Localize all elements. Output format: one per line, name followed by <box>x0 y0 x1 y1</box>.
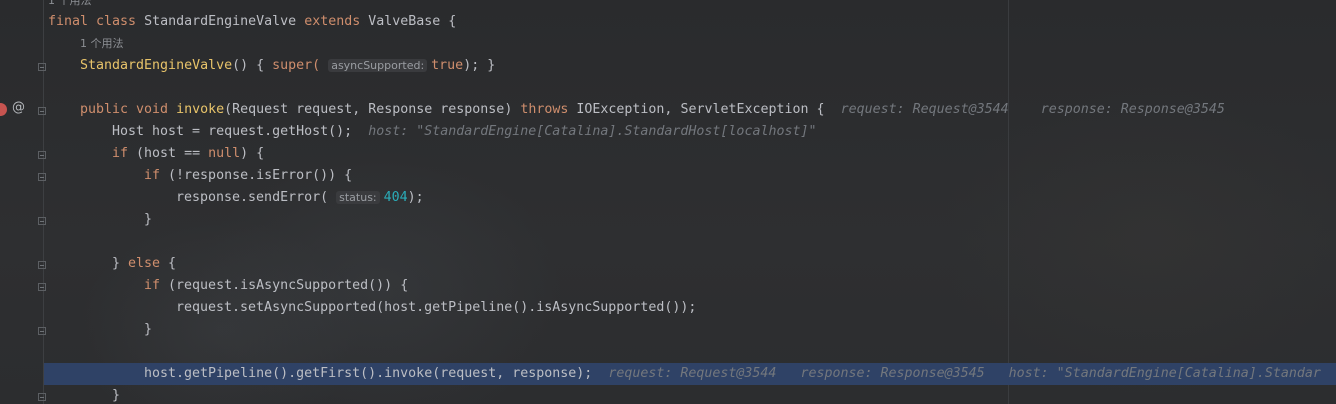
debug-value: request: Request@3544 <box>840 102 1009 117</box>
fold-icon[interactable] <box>38 283 46 291</box>
number-literal: 404 <box>383 190 408 205</box>
param-hint: status: <box>336 191 380 204</box>
usage-hint[interactable]: 1 个用法 <box>80 33 124 55</box>
code-text: { <box>160 256 177 271</box>
constructor-name: StandardEngineValve <box>80 58 233 73</box>
code-text: ); } <box>463 58 496 73</box>
fold-icon[interactable] <box>38 261 46 269</box>
code-text: Host host = request.getHost(); <box>112 124 353 139</box>
keyword: null <box>208 146 241 161</box>
debug-value: response: Response@3545 <box>1040 102 1225 117</box>
code-text: () { <box>232 58 273 73</box>
code-text: response.sendError( <box>176 190 329 205</box>
fold-icon[interactable] <box>38 393 46 401</box>
code-line-if-null[interactable]: if (host == null) { <box>112 143 264 165</box>
keyword: if <box>144 168 169 183</box>
code-text: IOException, ServletException { <box>576 102 825 117</box>
code-line-close-brace[interactable]: } <box>144 209 152 231</box>
code-line-if-error[interactable]: if (!response.isError()) { <box>144 165 352 187</box>
code-text: (request.isAsyncSupported()) { <box>168 278 409 293</box>
keyword: super( <box>272 58 321 73</box>
code-line-pipeline-invoke[interactable]: host.getPipeline().getFirst().invoke(req… <box>144 363 1321 385</box>
keyword: if <box>144 278 169 293</box>
code-line-close-brace[interactable]: } <box>144 319 152 341</box>
at-sign-icon[interactable]: @ <box>12 100 25 115</box>
debug-value: host: "StandardEngine[Catalina].Standard… <box>368 124 817 139</box>
code-line-class-decl[interactable]: final class StandardEngineValve extends … <box>48 11 456 33</box>
param-hint: asyncSupported: <box>328 59 428 72</box>
debug-value: response: Response@3545 <box>800 366 985 381</box>
code-text: host.getPipeline().getFirst().invoke(req… <box>144 366 593 381</box>
code-text: ); <box>407 190 424 205</box>
keyword: else <box>128 256 161 271</box>
code-line-host-decl[interactable]: Host host = request.getHost(); host: "St… <box>112 121 817 143</box>
class-name: StandardEngineValve <box>144 14 305 29</box>
code-line-set-async[interactable]: request.setAsyncSupported(host.getPipeli… <box>176 297 696 319</box>
code-line-ctor[interactable]: StandardEngineValve() { super( asyncSupp… <box>80 55 495 77</box>
editor-gutter[interactable] <box>0 0 44 404</box>
method-name: invoke <box>176 102 225 117</box>
keyword: public void <box>80 102 177 117</box>
fold-icon[interactable] <box>38 151 46 159</box>
fold-icon[interactable] <box>38 107 46 115</box>
fold-icon[interactable] <box>38 173 46 181</box>
code-line-if-async[interactable]: if (request.isAsyncSupported()) { <box>144 275 408 297</box>
keyword: final class <box>48 14 145 29</box>
code-editor[interactable]: @ 1 个用法 final class StandardEngineValve … <box>0 0 1336 404</box>
code-text: (!response.isError()) { <box>168 168 353 183</box>
debug-value: request: Request@3544 <box>608 366 777 381</box>
fold-icon[interactable] <box>38 63 46 71</box>
gutter-divider <box>43 0 44 404</box>
keyword: throws <box>520 102 577 117</box>
code-text: } <box>112 256 129 271</box>
code-text: (Request request, Response response) <box>224 102 521 117</box>
keyword: if <box>112 146 137 161</box>
debug-value: host: "StandardEngine[Catalina].Standar <box>1008 366 1321 381</box>
right-margin-guide <box>1008 0 1009 404</box>
code-text: (host == <box>136 146 209 161</box>
keyword: true <box>431 58 464 73</box>
code-text: ) { <box>240 146 265 161</box>
base-class: ValveBase { <box>368 14 457 29</box>
fold-icon[interactable] <box>38 217 46 225</box>
fold-icon[interactable] <box>38 327 46 335</box>
code-line-else[interactable]: } else { <box>112 253 176 275</box>
keyword: extends <box>304 14 369 29</box>
code-line-send-error[interactable]: response.sendError( status: 404); <box>176 187 424 209</box>
code-line-invoke-signature[interactable]: public void invoke(Request request, Resp… <box>80 99 1225 121</box>
code-line-close-brace[interactable]: } <box>112 385 120 404</box>
